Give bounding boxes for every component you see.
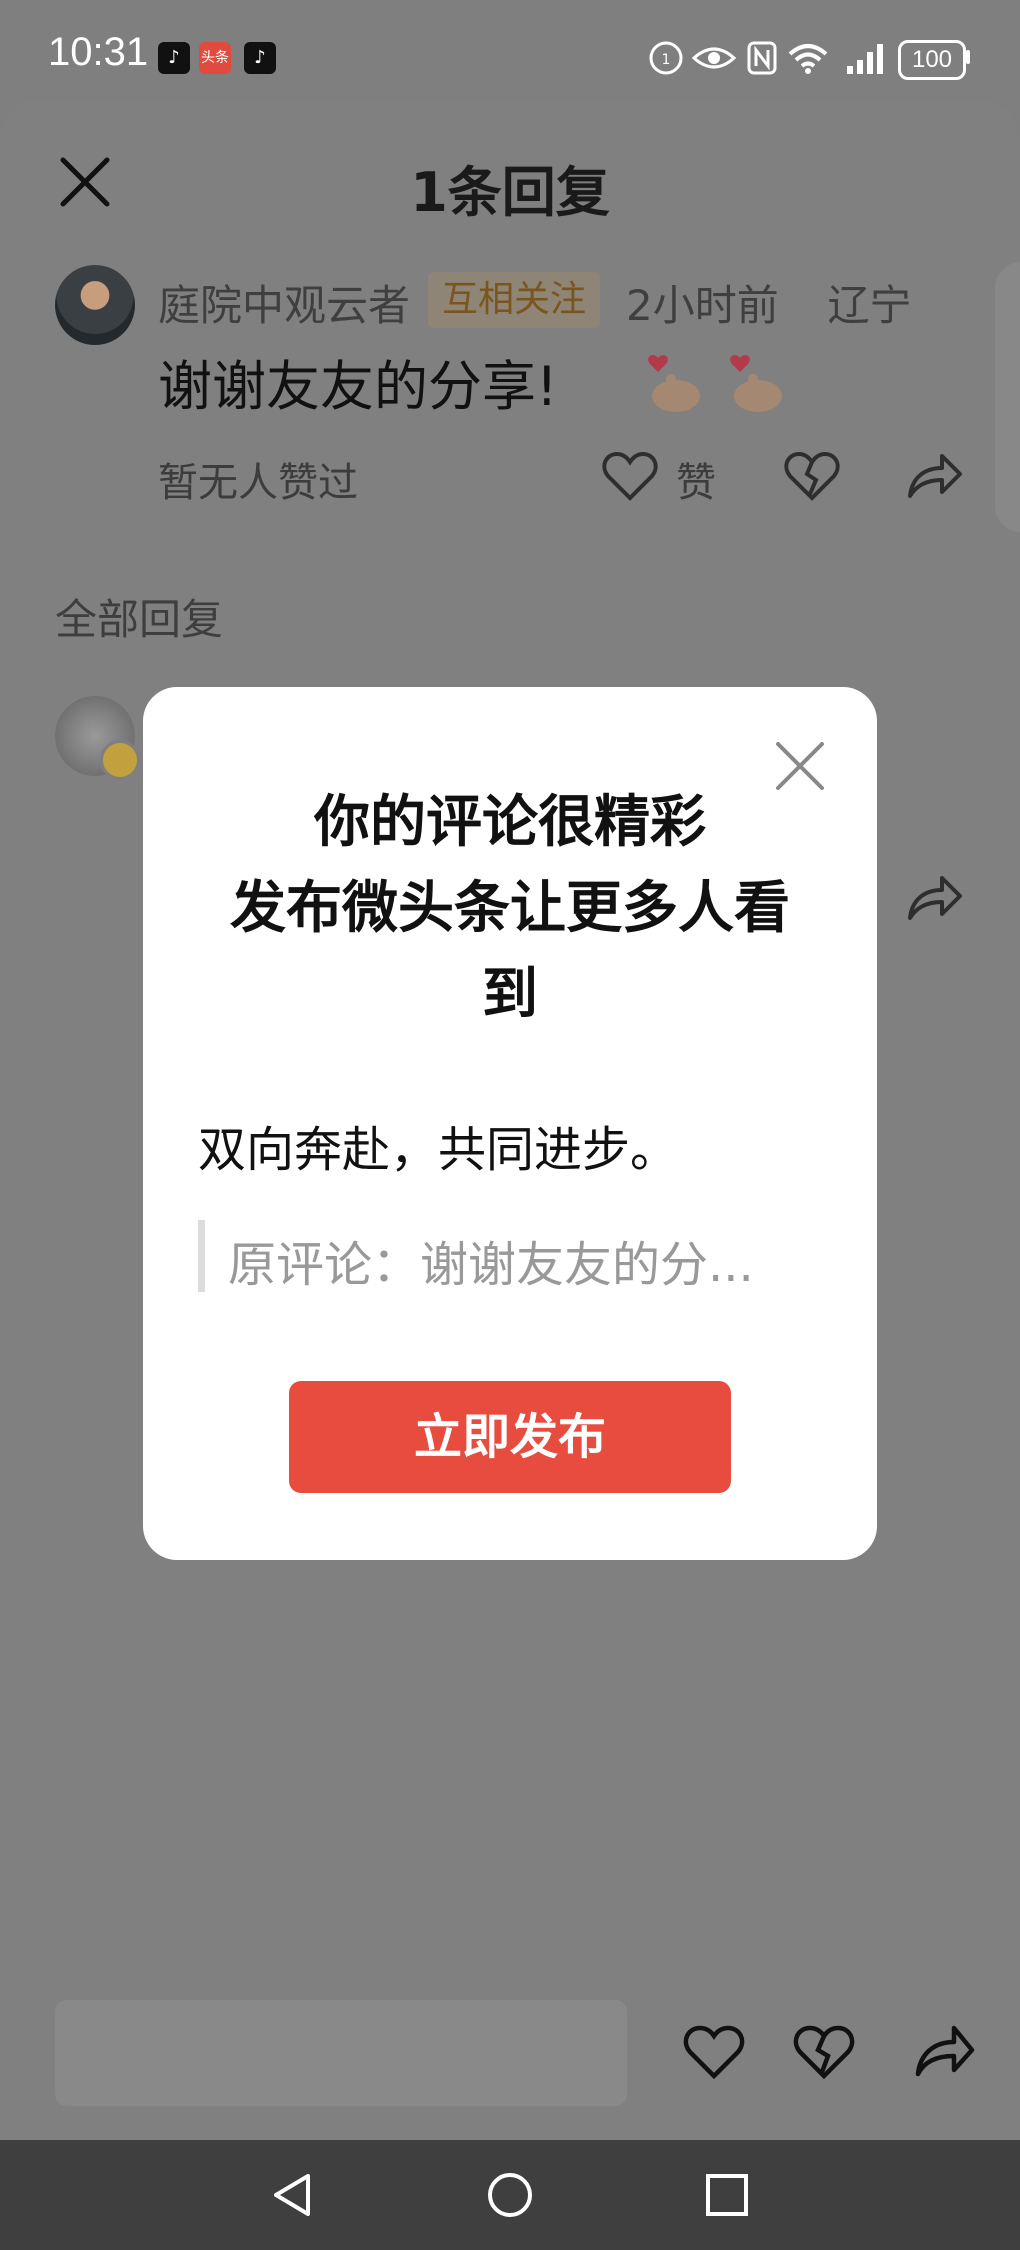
tiktok-lite-icon: ♪ (244, 42, 276, 74)
quote-bar (198, 1220, 205, 1292)
data-saver-icon: 1 (649, 41, 683, 75)
share-icon[interactable] (904, 870, 964, 926)
comment-meta: 2小时前 辽宁 (626, 272, 911, 333)
wifi-icon (788, 44, 828, 74)
tiktok-icon: ♪ (158, 42, 190, 74)
finger-heart-emoji-icon (648, 355, 700, 412)
comment-time: 2小时前 (626, 281, 779, 330)
dialog-subtitle: 双向奔赴，共同进步。 (198, 1122, 679, 1178)
comment-author[interactable]: 庭院中观云者 (158, 272, 410, 333)
back-icon[interactable] (268, 2170, 318, 2220)
comment-text: 谢谢友友的分享! (158, 355, 558, 418)
likes-summary: 暂无人赞过 (158, 460, 358, 506)
publish-now-button[interactable]: 立即发布 (289, 1381, 731, 1493)
reply-input[interactable] (55, 2000, 627, 2106)
original-comment-quote: 原评论：谢谢友友的分... (228, 1237, 754, 1293)
eye-icon (692, 47, 736, 69)
signal-icon (847, 44, 883, 74)
side-panel-handle[interactable] (995, 262, 1020, 532)
home-icon[interactable] (485, 2170, 535, 2220)
heart-icon[interactable] (600, 448, 660, 504)
avatar[interactable] (55, 265, 135, 345)
nfc-icon (747, 41, 777, 75)
finger-heart-emoji-icon (730, 355, 782, 412)
broken-heart-icon[interactable] (792, 2020, 856, 2084)
battery-tip (966, 50, 970, 64)
heart-icon[interactable] (682, 2020, 746, 2084)
verified-badge-icon (100, 740, 140, 780)
dialog-title-line: 发布微头条让更多人看 (230, 876, 790, 941)
section-title: 全部回复 (55, 595, 224, 644)
status-bar: 10:31 ♪ 头条 ♪ 1 100 (0, 0, 1020, 100)
like-button-label[interactable]: 赞 (676, 450, 716, 508)
svg-text:1: 1 (662, 52, 671, 68)
recents-icon[interactable] (702, 2170, 752, 2220)
toutiao-icon: 头条 (199, 42, 231, 74)
dialog-title: 你的评论很精彩 发布微头条让更多人看 到 (143, 780, 877, 1038)
share-icon[interactable] (912, 2020, 976, 2084)
broken-heart-icon[interactable] (782, 448, 842, 504)
mutual-follow-badge: 互相关注 (428, 272, 601, 328)
battery-icon: 100 (898, 40, 966, 80)
dialog-title-line: 到 (482, 962, 538, 1027)
system-navigation-bar (0, 2140, 1020, 2250)
page-title: 1条回复 (410, 161, 610, 224)
share-icon[interactable] (904, 448, 964, 504)
dialog-title-line: 你的评论很精彩 (314, 790, 706, 855)
comment-location: 辽宁 (827, 281, 912, 330)
clock: 10:31 (48, 30, 149, 74)
